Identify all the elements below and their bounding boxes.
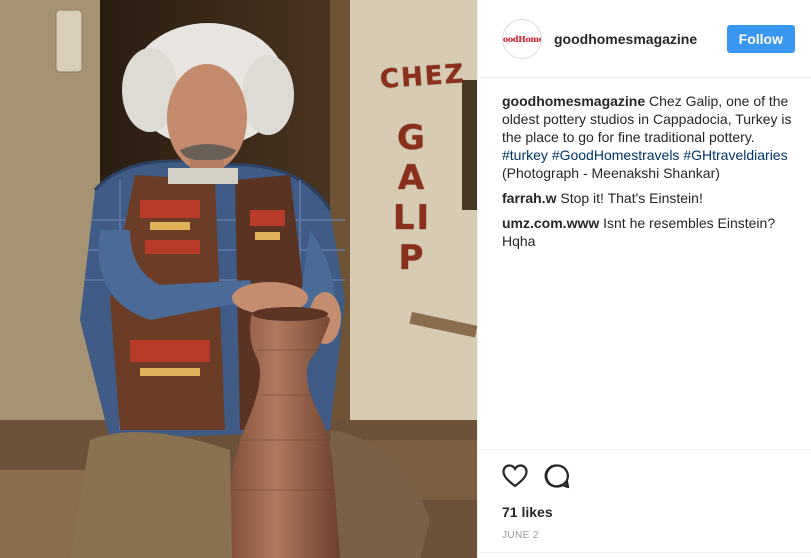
avatar-logo-text: GoodHomes (502, 33, 541, 44)
caption-author[interactable]: goodhomesmagazine (502, 93, 645, 109)
instagram-post: CHEZ GALIP GoodHomes goodhomesmagazine F… (0, 0, 811, 558)
hashtag-link[interactable]: #turkey (502, 147, 548, 163)
comments-list: goodhomesmagazine Chez Galip, one of the… (478, 78, 811, 250)
comment-icon[interactable] (544, 462, 574, 490)
post-side-panel: GoodHomes goodhomesmagazine Follow goodh… (477, 0, 811, 558)
post-actions-area: 71 likes JUNE 2 (478, 449, 811, 558)
header-username[interactable]: goodhomesmagazine (554, 31, 727, 47)
divider (478, 449, 811, 450)
post-date[interactable]: JUNE 2 (502, 530, 795, 552)
hashtag-link[interactable]: #GoodHomestravels (552, 147, 680, 163)
follow-button[interactable]: Follow (726, 24, 795, 53)
post-photo[interactable]: CHEZ GALIP (0, 0, 477, 558)
comment-author[interactable]: farrah.w (502, 190, 556, 206)
action-bar (502, 454, 795, 498)
divider (478, 552, 811, 558)
avatar[interactable]: GoodHomes (502, 18, 542, 59)
caption-credit: (Photograph - Meenakshi Shankar) (502, 165, 720, 181)
post-header: GoodHomes goodhomesmagazine Follow (478, 0, 811, 78)
comment-author[interactable]: umz.com.www (502, 215, 599, 231)
comment-item: farrah.w Stop it! That's Einstein! (502, 189, 795, 207)
caption: goodhomesmagazine Chez Galip, one of the… (502, 92, 795, 182)
comment-text: Stop it! That's Einstein! (556, 190, 703, 206)
likes-count[interactable]: 71 likes (502, 504, 795, 520)
heart-icon[interactable] (502, 462, 532, 490)
wall-text-galip: GALIP (392, 118, 432, 278)
hashtag-link[interactable]: #GHtraveldiaries (683, 147, 787, 163)
comment-item: umz.com.www Isnt he resembles Einstein? … (502, 214, 795, 250)
wall-text-chez: CHEZ (379, 59, 467, 95)
